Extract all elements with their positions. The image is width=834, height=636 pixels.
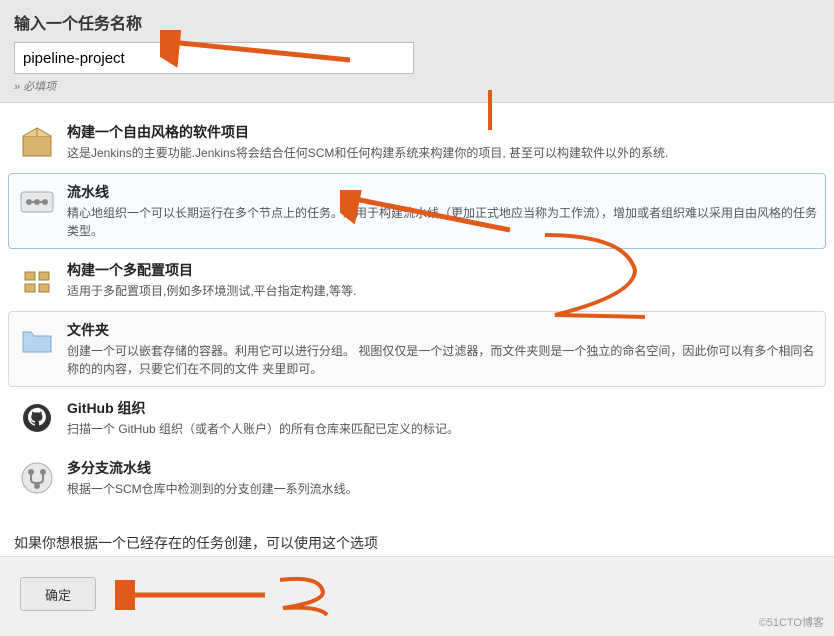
package-icon <box>17 122 57 162</box>
option-multibranch[interactable]: 多分支流水线 根据一个SCM仓库中检测到的分支创建一系列流水线。 <box>8 449 826 507</box>
option-desc: 创建一个可以嵌套存储的容器。利用它可以进行分组。 视图仅仅是一个过滤器，而文件夹… <box>67 342 817 378</box>
option-title: 构建一个多配置项目 <box>67 260 817 280</box>
pipeline-icon <box>17 182 57 222</box>
multibranch-icon <box>17 458 57 498</box>
option-desc: 适用于多配置项目,例如多环境测试,平台指定构建,等等. <box>67 282 817 300</box>
option-folder[interactable]: 文件夹 创建一个可以嵌套存储的容器。利用它可以进行分组。 视图仅仅是一个过滤器，… <box>8 311 826 387</box>
footer-section: 确定 <box>0 556 834 636</box>
option-desc: 扫描一个 GitHub 组织（或者个人账户）的所有仓库来匹配已定义的标记。 <box>67 420 817 438</box>
option-title: 文件夹 <box>67 320 817 340</box>
option-title: 构建一个自由风格的软件项目 <box>67 122 817 142</box>
option-title: 多分支流水线 <box>67 458 817 478</box>
option-title: GitHub 组织 <box>67 398 817 418</box>
folder-icon <box>17 320 57 360</box>
option-multiconfig[interactable]: 构建一个多配置项目 适用于多配置项目,例如多环境测试,平台指定构建,等等. <box>8 251 826 309</box>
watermark: ©51CTO博客 <box>759 614 824 630</box>
option-desc: 这是Jenkins的主要功能.Jenkins将会结合任何SCM和任何构建系统来构… <box>67 144 817 162</box>
option-title: 流水线 <box>67 182 817 202</box>
option-freestyle[interactable]: 构建一个自由风格的软件项目 这是Jenkins的主要功能.Jenkins将会结合… <box>8 113 826 171</box>
task-name-input[interactable] <box>14 42 414 74</box>
option-github-org[interactable]: GitHub 组织 扫描一个 GitHub 组织（或者个人账户）的所有仓库来匹配… <box>8 389 826 447</box>
option-pipeline[interactable]: 流水线 精心地组织一个可以长期运行在多个节点上的任务。适用于构建流水线（更加正式… <box>8 173 826 249</box>
multiconfig-icon <box>17 260 57 300</box>
option-desc: 精心地组织一个可以长期运行在多个节点上的任务。适用于构建流水线（更加正式地应当称… <box>67 204 817 240</box>
required-note: » 必填项 <box>14 78 820 94</box>
header-section: 输入一个任务名称 » 必填项 <box>0 0 834 103</box>
page-title: 输入一个任务名称 <box>14 10 820 34</box>
option-desc: 根据一个SCM仓库中检测到的分支创建一系列流水线。 <box>67 480 817 498</box>
options-list: 构建一个自由风格的软件项目 这是Jenkins的主要功能.Jenkins将会结合… <box>0 103 834 517</box>
copy-title: 如果你想根据一个已经存在的任务创建，可以使用这个选项 <box>14 533 820 553</box>
ok-button[interactable]: 确定 <box>20 577 96 611</box>
github-icon <box>17 398 57 438</box>
